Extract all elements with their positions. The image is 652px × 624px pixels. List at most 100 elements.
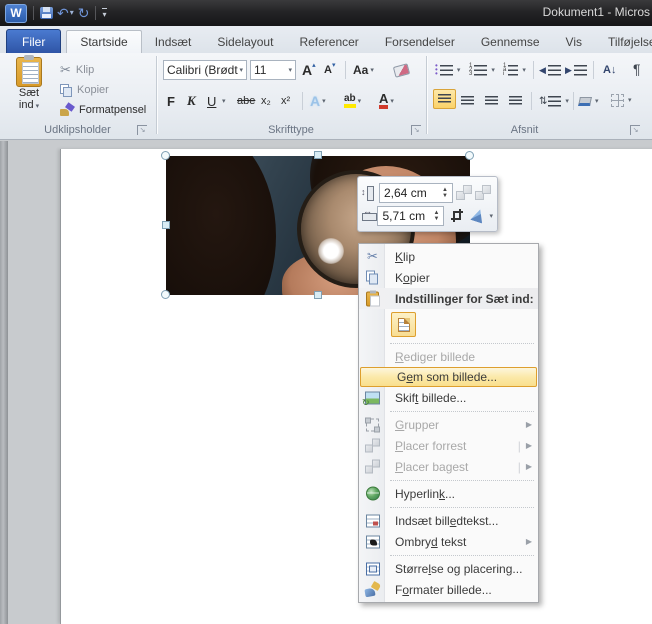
resize-handle-middle-left[interactable]: [162, 221, 170, 229]
line-spacing-icon: ⇅: [539, 96, 546, 107]
cut-button[interactable]: ✂ Klip: [60, 61, 94, 79]
text-effects-button[interactable]: A▾: [310, 91, 326, 111]
scissors-icon: ✂: [60, 62, 71, 78]
clear-formatting-button[interactable]: [394, 60, 409, 80]
font-name-combo[interactable]: Calibri (Brødt▾: [163, 60, 247, 80]
numbering-button[interactable]: 123▾: [469, 60, 495, 80]
word-logo-icon[interactable]: W: [5, 4, 27, 23]
align-right-icon: [485, 96, 498, 107]
shading-button[interactable]: ▾: [579, 91, 599, 111]
paste-button[interactable]: Sæt ind▾: [8, 57, 50, 123]
spinner-arrows-icon[interactable]: ▲▼: [442, 187, 448, 199]
align-left-button[interactable]: [433, 89, 456, 109]
width-spinner[interactable]: 5,71 cm ▲▼: [377, 206, 444, 226]
resize-handle-top-left[interactable]: [161, 151, 170, 160]
tab-sidelayout[interactable]: Sidelayout: [204, 30, 286, 53]
ribbon-tabs: Filer Startside Indsæt Sidelayout Refere…: [0, 26, 652, 53]
tab-indsaet[interactable]: Indsæt: [142, 30, 205, 53]
customize-qat-button[interactable]: ▾: [102, 8, 106, 19]
underline-button[interactable]: U: [207, 91, 216, 111]
text-highlight-button[interactable]: ab▾: [344, 91, 361, 111]
tab-startside[interactable]: Startside: [66, 30, 141, 53]
resize-handle-top-right[interactable]: [465, 151, 474, 160]
font-dialog-launcher[interactable]: ↘: [411, 125, 421, 135]
tab-referencer[interactable]: Referencer: [286, 30, 371, 53]
sort-button[interactable]: A↓: [603, 60, 616, 80]
bold-button[interactable]: F: [167, 91, 175, 111]
rotate-button[interactable]: [470, 207, 486, 223]
subscript-button[interactable]: x₂: [261, 91, 271, 111]
strikethrough-button[interactable]: abe: [237, 91, 255, 111]
menu-item-size-and-position[interactable]: Størrelse og placering...: [359, 558, 538, 579]
menu-item-copy[interactable]: Kopier: [359, 267, 538, 288]
line-spacing-button[interactable]: ⇅▾: [539, 91, 569, 111]
borders-button[interactable]: ▾: [611, 90, 632, 110]
justify-icon: [509, 96, 522, 107]
align-right-button[interactable]: [485, 91, 498, 111]
resize-handle-top-center[interactable]: [314, 151, 322, 159]
photo-lens-highlight: [318, 238, 344, 264]
shrink-font-button[interactable]: A▾: [324, 60, 335, 80]
menu-item-paste-option-keep-source-formatting[interactable]: [391, 312, 416, 337]
menu-item-label: Grupper: [395, 418, 439, 432]
chevron-down-icon: ▾: [595, 97, 599, 105]
chevron-down-icon: ▾: [322, 97, 326, 105]
undo-button[interactable]: ↶▾: [57, 5, 74, 21]
tab-gennemse[interactable]: Gennemse: [468, 30, 553, 53]
spinner-arrows-icon[interactable]: ▲▼: [434, 210, 440, 222]
justify-button[interactable]: [509, 91, 522, 111]
font-size-combo[interactable]: 11▾: [250, 60, 296, 80]
save-icon: [40, 7, 53, 19]
show-paragraph-marks-button[interactable]: ¶: [633, 59, 641, 79]
font-color-button[interactable]: A▾: [379, 91, 394, 111]
chevron-down-icon[interactable]: ▾: [70, 6, 74, 20]
change-case-button[interactable]: Aa▾: [353, 60, 374, 80]
shading-icon: [578, 97, 592, 106]
menu-item-hyperlink[interactable]: Hyperlink...: [359, 483, 538, 504]
underline-dropdown[interactable]: ▾: [220, 91, 226, 111]
tab-tilfoejelsesprogrammer[interactable]: Tilføjelsesp: [595, 30, 652, 53]
sort-icon: A↓: [603, 64, 616, 76]
menu-item-save-as-picture[interactable]: Gem som billede...: [360, 367, 537, 387]
paste-label-2: ind▾: [8, 99, 50, 111]
hyperlink-icon: [364, 485, 381, 502]
divider: [95, 6, 96, 20]
grow-font-button[interactable]: A▴: [302, 60, 316, 80]
tab-forsendelser[interactable]: Forsendelser: [372, 30, 468, 53]
bullets-button[interactable]: •••▾: [435, 60, 460, 80]
divider: [593, 61, 594, 79]
multilevel-list-icon: 1ai: [503, 64, 506, 76]
superscript-button[interactable]: x²: [281, 91, 290, 111]
menu-item-format-picture[interactable]: Formater billede...: [359, 579, 538, 600]
redo-button[interactable]: ↻: [78, 5, 90, 21]
chevron-down-icon[interactable]: ▾: [490, 212, 494, 220]
bring-forward-icon: [364, 437, 381, 454]
tab-vis[interactable]: Vis: [553, 30, 595, 53]
submenu-divider: |: [518, 439, 521, 453]
save-button[interactable]: [40, 5, 53, 21]
numbering-icon: 123: [469, 64, 472, 76]
paragraph-dialog-launcher[interactable]: ↘: [630, 125, 640, 135]
italic-button[interactable]: K: [187, 91, 196, 111]
crop-button[interactable]: [451, 209, 463, 222]
clipboard-dialog-launcher[interactable]: ↘: [137, 125, 147, 135]
multilevel-list-button[interactable]: 1ai▾: [503, 60, 526, 80]
align-center-button[interactable]: [461, 91, 474, 111]
menu-item-wrap-text[interactable]: Ombryd tekst▶: [359, 531, 538, 552]
resize-handle-bottom-left[interactable]: [161, 290, 170, 299]
increase-indent-button[interactable]: ▶: [565, 60, 587, 80]
resize-handle-bottom-center[interactable]: [314, 291, 322, 299]
format-painter-button[interactable]: Formatpensel: [60, 101, 146, 119]
menu-item-cut[interactable]: ✂Klip: [359, 246, 538, 267]
submenu-arrow-icon: ▶: [526, 462, 532, 471]
copy-icon: [364, 269, 381, 286]
tab-filer[interactable]: Filer: [6, 29, 61, 53]
align-left-icon: [438, 94, 451, 105]
menu-item-insert-caption[interactable]: Indsæt billedtekst...: [359, 510, 538, 531]
divider: [573, 92, 574, 110]
chevron-down-icon: ▾: [288, 66, 292, 74]
decrease-indent-button[interactable]: ◀: [539, 60, 561, 80]
copy-button[interactable]: Kopier: [60, 81, 109, 99]
menu-item-change-picture[interactable]: Skift billede...: [359, 387, 538, 408]
height-spinner[interactable]: 2,64 cm ▲▼: [379, 183, 453, 203]
